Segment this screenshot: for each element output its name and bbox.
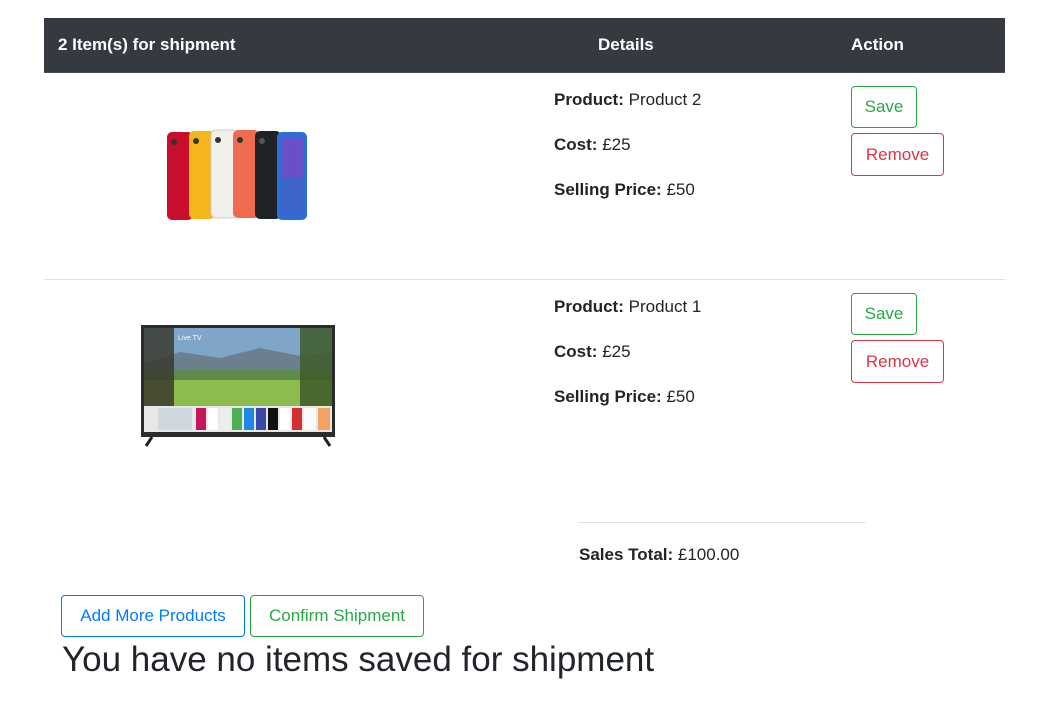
sales-total-label: Sales Total: xyxy=(579,545,674,564)
selling-price-label: Selling Price: xyxy=(554,387,662,406)
details-column-header: Details xyxy=(598,35,654,54)
sales-total-value: £100.00 xyxy=(677,545,740,564)
cost-value: £25 xyxy=(602,135,631,154)
tv-screen-text: Live TV xyxy=(178,335,202,342)
product-name: Product: Product 2 xyxy=(554,90,701,110)
row-divider xyxy=(44,279,1005,280)
product-value: Product 2 xyxy=(628,90,702,109)
sales-total: Sales Total: £100.00 xyxy=(579,545,739,565)
save-button[interactable]: Save xyxy=(851,86,917,128)
empty-saved-message: You have no items saved for shipment xyxy=(62,640,655,679)
product-name: Product: Product 1 xyxy=(554,297,701,317)
cost-label: Cost: xyxy=(554,342,598,361)
product-cost: Cost: £25 xyxy=(554,135,631,155)
add-more-products-button[interactable]: Add More Products xyxy=(61,595,245,637)
cost-value: £25 xyxy=(602,342,631,361)
selling-price-value: £50 xyxy=(666,180,695,199)
selling-price-value: £50 xyxy=(666,387,695,406)
selling-price-label: Selling Price: xyxy=(554,180,662,199)
items-column-header: 2 Item(s) for shipment xyxy=(58,35,236,54)
total-divider xyxy=(578,522,866,523)
remove-button[interactable]: Remove xyxy=(851,133,944,176)
product-label: Product: xyxy=(554,90,624,109)
product-cost: Cost: £25 xyxy=(554,342,631,362)
product-value: Product 1 xyxy=(628,297,702,316)
shipment-table-header: 2 Item(s) for shipment Details Action xyxy=(44,18,1005,73)
save-button[interactable]: Save xyxy=(851,293,917,335)
product-selling-price: Selling Price: £50 xyxy=(554,180,695,200)
product-label: Product: xyxy=(554,297,624,316)
product-image-tv: Live TV xyxy=(141,325,335,447)
cost-label: Cost: xyxy=(554,135,598,154)
remove-button[interactable]: Remove xyxy=(851,340,944,383)
product-image-phones xyxy=(167,129,307,220)
product-selling-price: Selling Price: £50 xyxy=(554,387,695,407)
action-column-header: Action xyxy=(851,35,904,54)
confirm-shipment-button[interactable]: Confirm Shipment xyxy=(250,595,424,637)
